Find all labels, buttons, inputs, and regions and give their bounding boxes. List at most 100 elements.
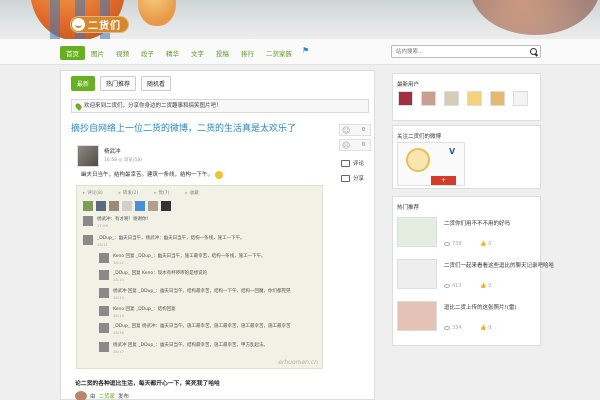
hot-likes: 👍 0 [480, 283, 491, 289]
nav-item-videos[interactable]: 视频 [110, 46, 135, 60]
comment-label: 评论 [353, 161, 365, 167]
author-avatar[interactable] [77, 145, 99, 167]
user-avatar[interactable] [513, 91, 528, 106]
liker-avatar [96, 201, 106, 211]
user-avatar-list [398, 91, 528, 106]
hot-title[interactable]: 二货们一起来看看这些逗比的聊天记录吧哈哈 [444, 261, 554, 269]
nav-item-home[interactable]: 首页 [60, 46, 85, 60]
post-meta: 16:58 ◎ 浏览(58) [104, 158, 142, 163]
comment-row: Keno 回复 _DDup_：幽夫日当午，施工最幸苦，结构一条线，施工一下午。 [113, 254, 266, 259]
hot-title[interactable]: 二货你们用不不不用的好吗 [444, 219, 510, 227]
comment-avatar [83, 216, 93, 226]
views-count: 334 [452, 325, 462, 331]
next-post-avatar[interactable] [75, 391, 87, 400]
comment-row: _DDup_：幽夫日当午，杨武冲：幽夫日当午，结构一条线，施工一下午。 [97, 236, 245, 241]
header-banner: 二货们 [0, 0, 600, 39]
panel-title: 热门推荐 [397, 205, 420, 211]
liker-avatar [122, 201, 132, 211]
image-watermark: erhuomen.cn [278, 359, 318, 366]
nav-item-featured[interactable]: 精华 [160, 46, 185, 60]
weibo-action-bar: 评论(8) 转发(2) 赞(7) 收藏 [77, 186, 322, 196]
hot-thumbnail[interactable] [397, 301, 437, 331]
user-avatar[interactable] [467, 91, 482, 106]
views-count: 413 [452, 283, 462, 289]
vote-down-button[interactable]: ☹ 0 [339, 139, 371, 151]
views-icon [444, 284, 450, 288]
site-logo-text: 二货们 [88, 21, 121, 32]
hot-stats: 739 [444, 241, 462, 247]
nav-item-images[interactable]: 图片 [85, 46, 110, 60]
comment-time: 18:14 [113, 295, 124, 300]
hot-thumbnail[interactable] [397, 259, 437, 289]
hot-title[interactable]: 逗比二货上传的这张照片!(雷) [444, 303, 517, 311]
vote-up-button[interactable]: ☺ 0 [339, 124, 371, 136]
follow-button[interactable]: + [431, 176, 456, 185]
hot-posts-panel: 热门推荐 二货你们用不不不用的好吗 739 👍 0 二货们一起来看看这些逗比的聊… [392, 196, 554, 346]
comment-avatar [99, 288, 109, 298]
tab-latest[interactable]: 最新 [71, 76, 96, 91]
next-post-title[interactable]: 论二货的各种逗比生活，每天都开心一下，笑死我了哈哈 [75, 378, 220, 387]
user-avatar[interactable] [421, 91, 436, 106]
weibo-profile-card: V + [397, 142, 465, 186]
nav-item-ranking[interactable]: 排行 [235, 46, 260, 60]
comment-time: 18:13 [113, 277, 124, 282]
hot-thumbnail[interactable] [397, 217, 437, 247]
vote-up-count: 0 [361, 127, 365, 133]
thumbs-up-icon: 👍 [480, 283, 487, 289]
search-icon[interactable] [530, 48, 537, 55]
site-logo[interactable]: 二货们 [70, 16, 129, 33]
post-title[interactable]: 摘抄自网络上一位二货的微博，二货的生活真是太欢乐了 [71, 121, 329, 134]
comment-button[interactable]: 评论 [341, 159, 364, 167]
views-icon [444, 326, 450, 330]
likes-count: 9 [488, 325, 492, 331]
frown-icon: ☹ [342, 141, 351, 150]
weibo-screenshot[interactable]: 评论(8) 转发(2) 赞(7) 收藏 杨武冲：有才啊！谢谢你! 17:09 _… [76, 185, 323, 369]
hot-stats: 334 [444, 325, 462, 331]
comment-row: 杨武冲：有才啊！谢谢你! [97, 217, 149, 222]
author-suffix: 发布 [118, 394, 130, 400]
weibo-favorite: 收藏 [185, 190, 199, 196]
location-pin-icon [74, 102, 83, 111]
post-text: 幽夫日当午，结构最幸苦。建筑一条线，结构一下午。 [81, 170, 224, 179]
comment-time: 18:17 [113, 349, 124, 354]
user-avatar[interactable] [490, 91, 505, 106]
user-avatar[interactable] [398, 91, 413, 106]
comment-time: 18:15 [113, 313, 124, 318]
nav-item-submit[interactable]: 投稿 [210, 46, 235, 60]
next-post-author-name[interactable]: 二货家 [99, 392, 116, 400]
comment-icon [341, 159, 350, 167]
weibo-comment-count: 评论(8) [83, 190, 102, 196]
views-count: 739 [452, 241, 462, 247]
search-input[interactable] [392, 46, 522, 57]
liker-avatar [109, 201, 119, 211]
weibo-repost-count: 转发(2) [119, 190, 138, 196]
comment-avatar [99, 253, 109, 263]
nav-item-text[interactable]: 文字 [185, 46, 210, 60]
mobile-flag-icon[interactable]: ⚑ [302, 46, 309, 60]
author-name[interactable]: 杨武冲 [104, 147, 121, 155]
smile-logo-icon [72, 18, 85, 31]
comment-avatar [99, 342, 109, 352]
nav-items: 首页 图片 视频 段子 精华 文字 投稿 排行 二货家族 ⚑ [60, 46, 309, 60]
panel-title: 最新用户 [397, 82, 420, 88]
tab-random[interactable]: 随机看 [141, 76, 172, 91]
nav-item-family[interactable]: 二货家族 [260, 46, 298, 60]
thumbs-up-icon: 👍 [480, 325, 487, 331]
balloon-image-small [138, 0, 176, 26]
likes-count: 0 [488, 241, 492, 247]
liker-avatar [83, 201, 93, 211]
verified-v-icon: V [449, 147, 456, 156]
tab-hot[interactable]: 热门推荐 [100, 76, 137, 91]
comment-time: 18:12 [113, 260, 124, 265]
thumbs-up-icon: 👍 [480, 241, 487, 247]
share-button[interactable]: 分享 [341, 174, 364, 182]
comment-avatar [99, 323, 109, 333]
post-card: 摘抄自网络上一位二货的微博，二货的生活真是太欢乐了 杨武冲 16:58 ◎ 浏览… [71, 121, 329, 400]
site-notice: 欢迎来到二货们，分享你身边的二货趣事和搞笑图片吧！ [71, 99, 369, 113]
panel-title: 关注二货们的微博 [397, 134, 442, 140]
main-content: 最新 热门推荐 随机看 欢迎来到二货们，分享你身边的二货趣事和搞笑图片吧！ 摘抄… [60, 70, 375, 400]
nav-item-jokes[interactable]: 段子 [135, 46, 160, 60]
user-avatar[interactable] [444, 91, 459, 106]
weibo-avatar[interactable] [406, 148, 430, 172]
hot-stats: 413 [444, 283, 462, 289]
